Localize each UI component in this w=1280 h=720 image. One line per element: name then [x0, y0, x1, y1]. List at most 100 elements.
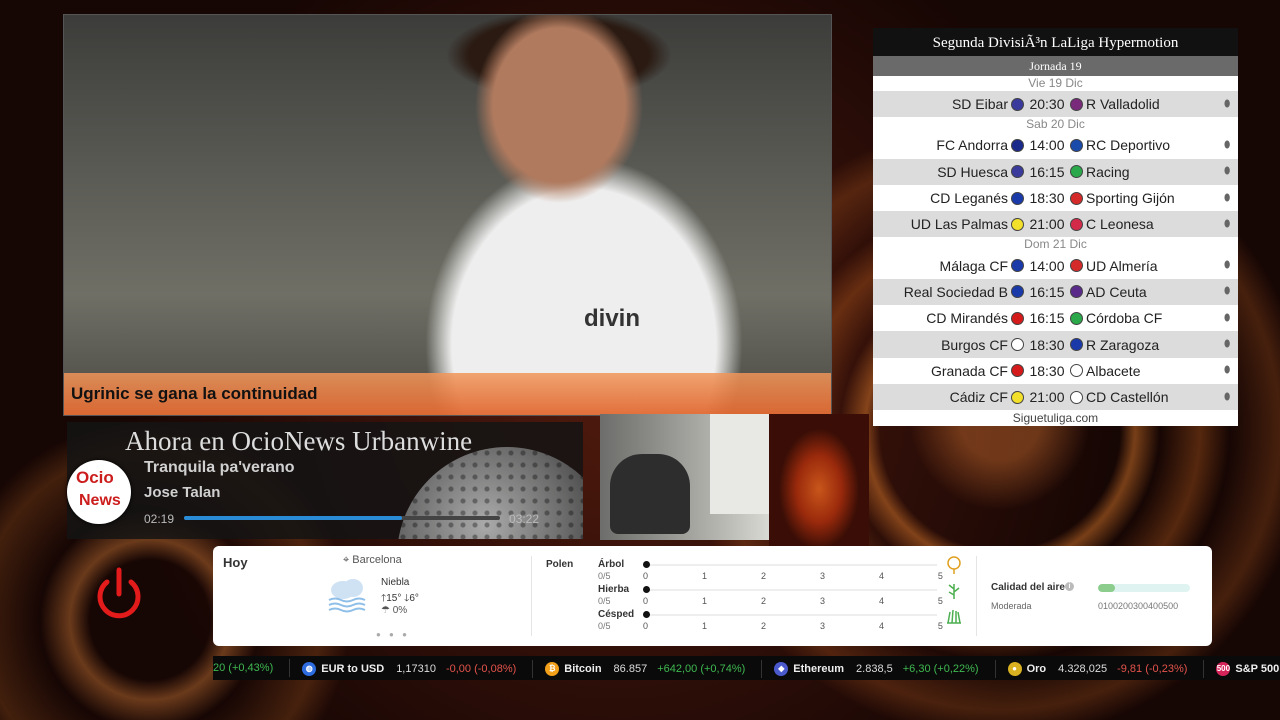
info-icon[interactable]: i	[1065, 582, 1074, 591]
globe-icon: ◍	[302, 662, 317, 676]
pollen-label: Polen	[546, 559, 574, 570]
location-pin-icon[interactable]: ⬮	[1224, 313, 1234, 324]
location-pin-icon[interactable]: ⬮	[1224, 392, 1234, 403]
sp500-icon: 500	[1216, 662, 1231, 676]
match-time: 16:15	[1029, 283, 1065, 300]
pollen-scale-tick: 3	[819, 596, 825, 606]
ticker-change: 20 (+0,43%)	[213, 662, 274, 674]
pollen-level-marker	[643, 611, 650, 618]
home-team: Granada CF	[930, 362, 1008, 379]
ticker-item[interactable]: ● Oro 4.328,025 -9,81 (-0,23%)	[996, 657, 1205, 680]
location-pin-icon[interactable]: ⬮	[1224, 140, 1234, 151]
ticker-name: Bitcoin	[564, 663, 602, 675]
rain-chance-value: 0%	[392, 605, 408, 616]
playback-progress-bar[interactable]	[184, 516, 500, 520]
location-pin-icon[interactable]: ⬮	[1224, 365, 1234, 376]
home-crest-icon	[1011, 191, 1024, 205]
ticker-price: 2.838,5	[856, 663, 893, 675]
fixture-row[interactable]: FC Andorra 14:00 RC Deportivo ⬮	[873, 132, 1238, 158]
pollen-level-marker	[643, 586, 650, 593]
away-crest-icon	[1070, 259, 1083, 273]
pollen-scale-tick: 5	[937, 596, 943, 606]
match-time: 14:00	[1029, 257, 1065, 274]
away-crest-icon	[1070, 138, 1083, 152]
location-pin-icon[interactable]: ⬮	[1224, 99, 1234, 110]
pollen-scale-tick: 2	[760, 571, 766, 581]
time-current: 02:19	[144, 512, 175, 526]
air-quality-fill	[1098, 584, 1115, 592]
ticker-price: 4.328,025	[1058, 663, 1108, 675]
home-crest-icon	[1011, 390, 1024, 404]
temp-high: 15°	[386, 593, 402, 604]
fixture-row[interactable]: CD Mirandés 16:15 Córdoba CF ⬮	[873, 305, 1238, 331]
ticker-change: -0,00 (-0,08%)	[445, 663, 517, 675]
pollen-value: 0/5	[598, 596, 611, 606]
fixture-row[interactable]: Real Sociedad B 16:15 AD Ceuta ⬮	[873, 278, 1238, 306]
pollen-track	[647, 564, 937, 566]
power-icon[interactable]	[94, 566, 144, 622]
ticker-item[interactable]: ◍ EUR to USD 1,17310 -0,00 (-0,08%)	[290, 657, 534, 680]
ticker-item[interactable]: ₿ Bitcoin 86.857 +642,00 (+0,74%)	[533, 657, 763, 680]
ticker-item[interactable]: ◆ Ethereum 2.838,5 +6,30 (+0,22%)	[762, 657, 996, 680]
location-pin-icon[interactable]: ⬮	[1224, 286, 1234, 297]
league-round: Jornada 19	[873, 56, 1238, 76]
webcam-feed	[600, 414, 769, 540]
league-fixtures-table: Segunda DivisiÃ³n LaLiga Hypermotion Jor…	[873, 28, 1238, 426]
ocionews-logo: Ocio News	[67, 460, 131, 524]
pollen-scale-tick: 5	[937, 571, 943, 581]
away-crest-icon	[1070, 191, 1083, 205]
ticker-item[interactable]: 20 (+0,43%)	[213, 656, 291, 680]
ticker-name: S&P 500	[1235, 663, 1280, 675]
match-time: 16:15	[1029, 310, 1065, 327]
news-headline[interactable]: Ugrinic se gana la continuidad	[71, 384, 318, 404]
pollen-level-marker	[643, 561, 650, 568]
lawn-icon	[947, 609, 961, 624]
match-time: 16:15	[1029, 163, 1065, 180]
ticker-name: Ethereum	[793, 663, 845, 675]
ticker-change: +642,00 (+0,74%)	[657, 663, 746, 675]
pollen-scale-tick: 4	[878, 621, 884, 631]
pollen-value: 0/5	[598, 571, 611, 581]
home-team: UD Las Palmas	[910, 216, 1008, 233]
match-time: 18:30	[1029, 336, 1065, 353]
weather-day-label[interactable]: Hoy	[223, 555, 248, 570]
home-crest-icon	[1011, 364, 1024, 378]
logo-text-news: News	[79, 492, 121, 509]
fixture-row[interactable]: Cádiz CF 21:00 CD Castellón ⬮	[873, 383, 1238, 411]
fog-cloud-icon	[328, 579, 366, 613]
league-title: Segunda DivisiÃ³n LaLiga Hypermotion	[873, 28, 1238, 56]
weather-widget: Hoy ⌖ Barcelona Niebla 🡑15° 🡓6° ☂ 0% ● ●…	[213, 546, 1212, 646]
decorative-vase-image	[769, 414, 869, 546]
song-artist: Jose Talan	[144, 484, 221, 501]
fixture-row[interactable]: CD Leganés 18:30 Sporting Gijón ⬮	[873, 185, 1238, 211]
fixture-row[interactable]: Málaga CF 14:00 UD Almería ⬮	[873, 252, 1238, 278]
weather-location: ⌖ Barcelona	[343, 554, 402, 567]
match-time: 14:00	[1029, 137, 1065, 154]
weather-carousel-dots[interactable]: ● ● ●	[376, 630, 410, 639]
location-pin-icon[interactable]: ⬮	[1224, 219, 1234, 230]
location-pin-icon[interactable]: ⬮	[1224, 193, 1234, 204]
fixture-day-label: Dom 21 Dic	[873, 237, 1238, 253]
home-crest-icon	[1011, 338, 1024, 352]
fixture-row[interactable]: SD Huesca 16:15 Racing ⬮	[873, 158, 1238, 185]
location-pin-icon[interactable]: ⬮	[1224, 166, 1234, 177]
fixtures-source-link[interactable]: Siguetuliga.com	[873, 411, 1238, 425]
pollen-scale-tick: 3	[819, 571, 825, 581]
fixtures-list: Vie 19 Dic SD Eibar 20:30 R Valladolid ⬮ Sab …	[873, 76, 1238, 411]
ticker-item[interactable]: 500S&P 5006.745,8+13,90 (+0,21%)	[1204, 657, 1280, 680]
home-team: Real Sociedad B	[903, 283, 1008, 300]
fixture-row[interactable]: SD Eibar 20:30 R Valladolid ⬮	[873, 91, 1238, 118]
location-pin-icon[interactable]: ⬮	[1224, 260, 1234, 271]
pollen-type: Hierba	[598, 584, 630, 595]
fixture-row[interactable]: Burgos CF 18:30 R Zaragoza ⬮	[873, 331, 1238, 358]
fixture-row[interactable]: Granada CF 18:30 Albacete ⬮	[873, 358, 1238, 384]
away-team: Córdoba CF	[1086, 310, 1163, 327]
news-panel[interactable]: divin Ugrinic se gana la continuidad	[63, 14, 832, 416]
location-pin-icon[interactable]: ⬮	[1224, 339, 1234, 350]
air-quality-scale: 0100200300400500	[1098, 601, 1179, 611]
air-quality-value: Moderada	[991, 601, 1032, 611]
away-crest-icon	[1070, 390, 1083, 404]
fixture-row[interactable]: UD Las Palmas 21:00 C Leonesa ⬮	[873, 211, 1238, 238]
temp-low: 6°	[409, 593, 419, 604]
divider	[531, 556, 532, 636]
